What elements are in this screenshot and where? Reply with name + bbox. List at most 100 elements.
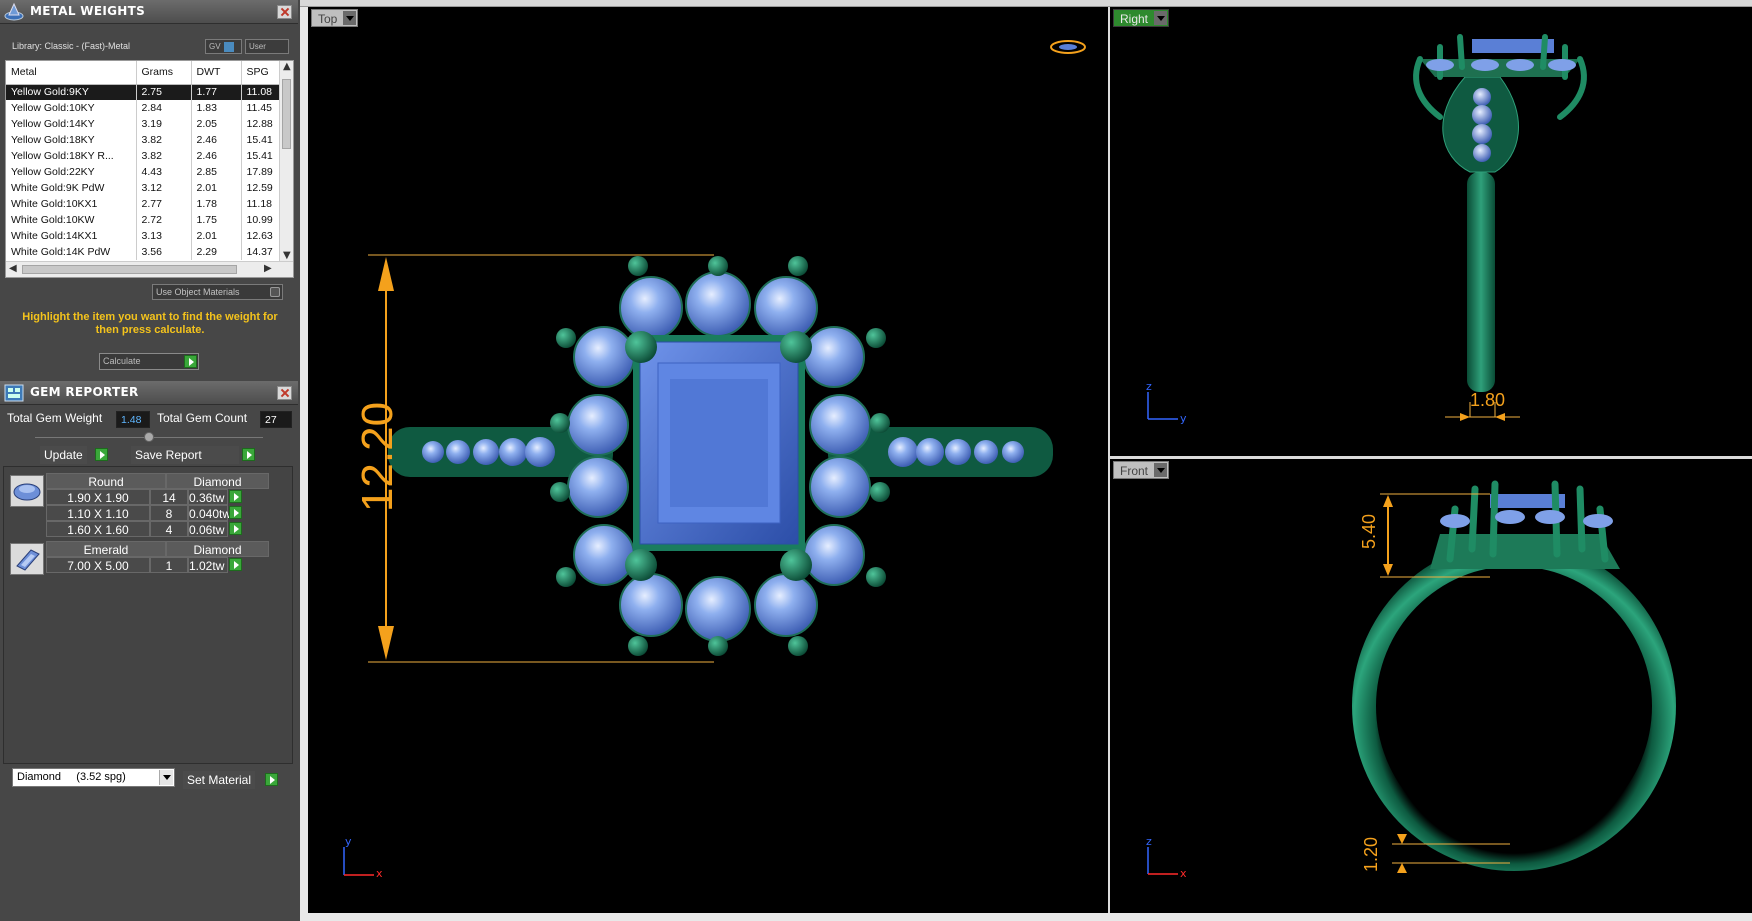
update-go-icon[interactable] (95, 448, 108, 461)
gv-indicator-icon (223, 42, 234, 52)
close-icon[interactable] (277, 5, 292, 19)
table-cell: 2.75 (136, 84, 192, 100)
gem-count-cell: 1 (150, 557, 188, 573)
table-cell: 3.56 (136, 244, 192, 260)
user-label: User (249, 42, 266, 51)
save-report-button[interactable]: Save Report (131, 446, 239, 464)
material-select[interactable]: Diamond (3.52 spg) (12, 768, 175, 787)
metal-weights-icon (4, 2, 24, 21)
table-cell: 14.37 (241, 244, 282, 260)
column-header[interactable]: SPG (241, 61, 282, 85)
scroll-thumb[interactable] (282, 79, 291, 149)
select-gem-row-button[interactable] (229, 558, 242, 571)
close-icon[interactable] (277, 386, 292, 400)
axis-y-label: y (345, 835, 352, 848)
table-cell: 2.01 (191, 180, 242, 196)
table-cell: 2.85 (191, 164, 242, 180)
table-row[interactable]: White Gold:10KW 2.72 1.75 10.99 (6, 212, 282, 228)
chevron-down-icon[interactable] (159, 770, 173, 785)
select-gem-row-button[interactable] (229, 490, 242, 503)
viewport-divider[interactable] (1108, 7, 1110, 913)
table-cell: 2.77 (136, 196, 192, 212)
select-gem-row-button[interactable] (229, 506, 242, 519)
top-viewport[interactable]: Top 12.20 y x (308, 7, 1108, 913)
table-cell: White Gold:14KX1 (6, 228, 137, 244)
gem-size-cell: 1.10 X 1.10 (46, 505, 150, 521)
axis-y-label: y (1180, 412, 1187, 425)
table-cell: White Gold:10KX1 (6, 196, 137, 212)
table-row[interactable]: White Gold:14K PdW 3.56 2.29 14.37 (6, 244, 282, 260)
calculate-label: Calculate (103, 356, 141, 366)
front-view-render (1147, 480, 1676, 875)
set-material-go-icon[interactable] (265, 773, 278, 786)
vertical-scrollbar[interactable]: ▲ ▼ (279, 61, 293, 261)
table-header-row: Metal Grams DWT SPG (6, 61, 282, 85)
table-row[interactable]: Yellow Gold:14KY 3.19 2.05 12.88 (6, 116, 282, 132)
table-cell: 3.12 (136, 180, 192, 196)
save-report-go-icon[interactable] (242, 448, 255, 461)
table-row[interactable]: Yellow Gold:18KY 3.82 2.46 15.41 (6, 132, 282, 148)
table-row[interactable]: Yellow Gold:18KY R... 3.82 2.46 15.41 (6, 148, 282, 164)
table-row[interactable]: Yellow Gold:22KY 4.43 2.85 17.89 (6, 164, 282, 180)
gem-count-cell: 14 (150, 489, 188, 505)
gem-table: Round Diamond 1.90 X 1.90 14 0.36tw 1.10 X … (3, 466, 293, 764)
table-row[interactable]: Yellow Gold:10KY 2.84 1.83 11.45 (6, 100, 282, 116)
use-object-materials-toggle[interactable]: Use Object Materials (152, 284, 283, 300)
table-row[interactable]: White Gold:14KX1 3.13 2.01 12.63 (6, 228, 282, 244)
column-header[interactable]: Grams (136, 61, 192, 85)
set-material-button[interactable]: Set Material (183, 771, 256, 789)
scroll-thumb[interactable] (22, 265, 237, 274)
dimension-1-20: 1.20 (1361, 836, 1382, 873)
table-cell: 2.84 (136, 100, 192, 116)
update-button[interactable]: Update (40, 446, 87, 464)
column-header[interactable]: Metal (6, 61, 137, 85)
table-cell: 3.13 (136, 228, 192, 244)
table-row[interactable]: Yellow Gold:9KY 2.75 1.77 11.08 (6, 84, 282, 100)
table-cell: Yellow Gold:9KY (6, 84, 137, 100)
select-gem-row-button[interactable] (229, 522, 242, 535)
viewport-divider[interactable] (1110, 456, 1752, 459)
gem-size-cell: 1.90 X 1.90 (46, 489, 150, 505)
shape-header: Round (46, 473, 166, 489)
table-cell: 15.41 (241, 148, 282, 164)
table-cell: 2.46 (191, 132, 242, 148)
table-cell: 3.82 (136, 148, 192, 164)
gem-weight-cell: 0.06tw (188, 521, 228, 537)
gem-count-cell: 8 (150, 505, 188, 521)
column-header[interactable]: DWT (191, 61, 242, 85)
scroll-right-icon[interactable]: ▶ (264, 263, 272, 274)
table-row[interactable]: White Gold:9K PdW 3.12 2.01 12.59 (6, 180, 282, 196)
library-label: Library: Classic - (Fast)-Metal (12, 41, 131, 51)
scroll-down-icon[interactable]: ▼ (283, 250, 291, 261)
toggle-indicator-icon (270, 287, 280, 297)
top-view-render (343, 254, 1053, 876)
table-cell: 3.82 (136, 132, 192, 148)
axis-z-label: z (1146, 835, 1152, 848)
user-toggle[interactable]: User (245, 39, 289, 54)
scroll-left-icon[interactable]: ◀ (9, 263, 17, 274)
shape-header: Emerald (46, 541, 166, 557)
scroll-up-icon[interactable]: ▲ (283, 61, 291, 72)
gem-count-cell: 4 (150, 521, 188, 537)
dimension-5-40: 5.40 (1359, 513, 1380, 550)
calculate-button[interactable] (184, 355, 197, 368)
table-cell: White Gold:10KW (6, 212, 137, 228)
front-viewport[interactable]: Front 5.40 1.20 z x (1110, 459, 1752, 913)
gem-reporter-icon (4, 384, 24, 402)
dimension-1-80: 1.80 (1470, 390, 1506, 410)
gem-size-cell: 1.60 X 1.60 (46, 521, 150, 537)
table-cell: 12.63 (241, 228, 282, 244)
right-viewport[interactable]: Right 1.80 z y (1110, 7, 1752, 456)
round-gem-icon (10, 475, 44, 507)
table-cell: 1.78 (191, 196, 242, 212)
app-window: METAL WEIGHTS Library: Classic - (Fast)-… (0, 0, 1752, 921)
horizontal-scrollbar[interactable]: ◀ ▶ (6, 261, 293, 277)
table-cell: Yellow Gold:10KY (6, 100, 137, 116)
metal-table: Metal Grams DWT SPG Yellow Gold:9KY 2.75 1… (5, 60, 294, 278)
table-row[interactable]: White Gold:10KX1 2.77 1.78 11.18 (6, 196, 282, 212)
table-cell: 4.43 (136, 164, 192, 180)
metal-weights-header: METAL WEIGHTS (0, 0, 298, 24)
use-object-materials-label: Use Object Materials (156, 287, 240, 297)
slider-handle[interactable] (144, 432, 154, 442)
gv-toggle[interactable]: GV (205, 39, 242, 54)
